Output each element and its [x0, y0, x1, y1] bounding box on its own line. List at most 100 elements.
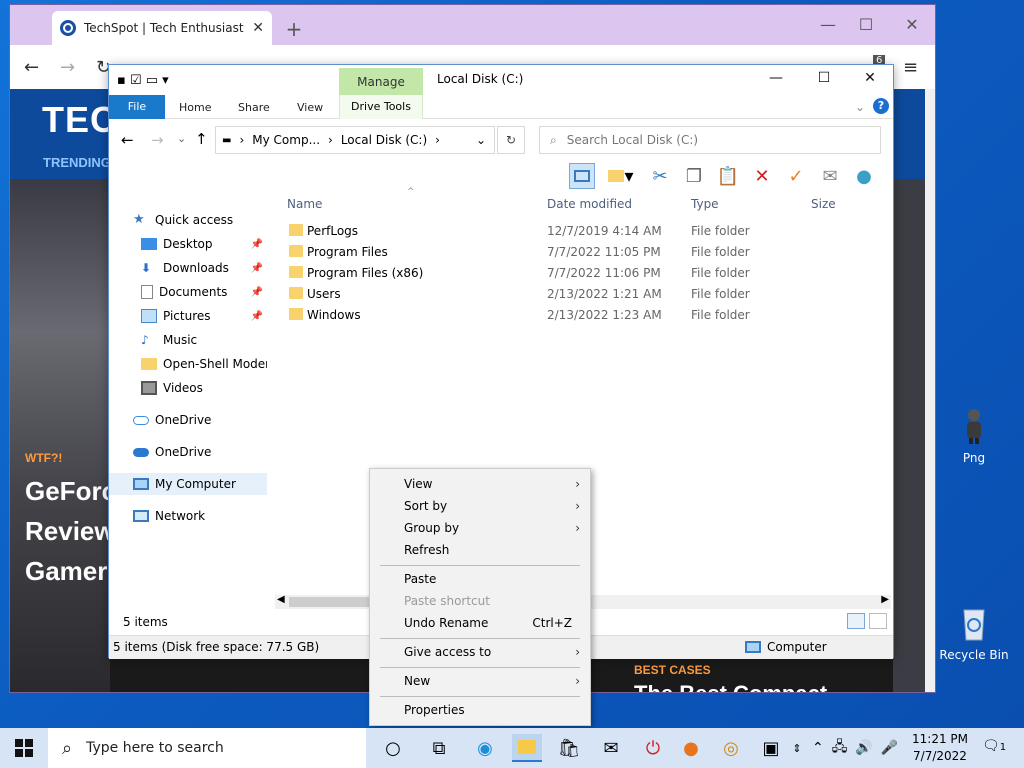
- nav-documents[interactable]: Documents 📌: [109, 281, 267, 303]
- menu-item-sort-by[interactable]: Sort by ›: [370, 495, 590, 517]
- browser-scrollbar[interactable]: [925, 89, 935, 692]
- notification-icon[interactable]: 🗨1: [982, 738, 1006, 754]
- microphone-icon[interactable]: 🎤: [881, 740, 898, 756]
- nav-downloads[interactable]: ⬇ Downloads 📌: [109, 257, 267, 279]
- search-box[interactable]: ⌕ Search Local Disk (C:): [539, 126, 881, 154]
- file-row[interactable]: Program Files 7/7/2022 11:05 PM File fol…: [281, 242, 893, 263]
- best-cases-tag[interactable]: BEST CASES: [634, 663, 711, 677]
- pin-icon[interactable]: 📌: [251, 287, 263, 298]
- cortana-icon[interactable]: ○: [378, 734, 408, 762]
- power-app-icon[interactable]: ⏻: [638, 734, 668, 762]
- tab-drive-tools[interactable]: Drive Tools: [339, 95, 423, 119]
- menu-item-group-by[interactable]: Group by ›: [370, 517, 590, 539]
- close-icon[interactable]: ✕: [855, 70, 885, 86]
- clock[interactable]: 11:21 PM 7/7/2022: [902, 731, 978, 765]
- nav-my-computer[interactable]: My Computer: [109, 473, 267, 495]
- minimize-icon[interactable]: —: [761, 70, 791, 86]
- edge-icon[interactable]: ◉: [470, 734, 500, 762]
- pin-icon[interactable]: 📌: [251, 239, 263, 250]
- nav-music[interactable]: ♪ Music: [109, 329, 267, 351]
- pin-icon[interactable]: 📌: [251, 311, 263, 322]
- menu-icon[interactable]: ≡: [903, 57, 918, 78]
- terminal-icon[interactable]: ▣: [756, 734, 786, 762]
- volume-icon[interactable]: 🔊: [855, 740, 872, 756]
- delete-icon[interactable]: ✕: [749, 163, 775, 189]
- scroll-right-icon[interactable]: ▶: [881, 594, 889, 605]
- hero-image[interactable]: [10, 179, 110, 692]
- nav-desktop[interactable]: Desktop 📌: [109, 233, 267, 255]
- check-icon[interactable]: ✓: [783, 163, 809, 189]
- hero-tag[interactable]: WTF?!: [25, 451, 62, 465]
- paste-icon[interactable]: 📋: [715, 163, 741, 189]
- menu-item-properties[interactable]: Properties: [370, 699, 590, 721]
- maximize-icon[interactable]: ☐: [809, 70, 839, 86]
- task-view-icon[interactable]: ⧉: [424, 734, 454, 762]
- browser-tab[interactable]: TechSpot | Tech Enthusiasts, Po ✕: [52, 11, 272, 45]
- menu-item-paste-shortcut[interactable]: Paste shortcut: [370, 590, 590, 612]
- desktop-icon-png[interactable]: Png: [934, 405, 1014, 465]
- large-icons-view-icon[interactable]: [869, 613, 887, 629]
- back-icon[interactable]: ←: [121, 131, 134, 149]
- file-explorer-icon[interactable]: [512, 734, 542, 762]
- email-icon[interactable]: ✉: [817, 163, 843, 189]
- trending-link[interactable]: TRENDING: [43, 155, 111, 170]
- details-view-icon[interactable]: [847, 613, 865, 629]
- scroll-left-icon[interactable]: ◀: [277, 594, 285, 605]
- menu-item-undo-rename[interactable]: Undo Rename Ctrl+Z: [370, 612, 590, 634]
- preview-pane-icon[interactable]: [569, 163, 595, 189]
- minimize-icon[interactable]: —: [816, 15, 840, 34]
- tab-view[interactable]: View: [297, 101, 323, 114]
- nav-quick-access[interactable]: ★ Quick access: [109, 209, 267, 231]
- nav-pictures[interactable]: Pictures 📌: [109, 305, 267, 327]
- menu-item-new[interactable]: New ›: [370, 670, 590, 692]
- forward-icon[interactable]: →: [151, 131, 164, 149]
- new-tab-icon[interactable]: +: [282, 17, 306, 41]
- show-hidden-icons-icon[interactable]: ⌃: [812, 740, 824, 756]
- file-row[interactable]: Users 2/13/2022 1:21 AM File folder: [281, 284, 893, 305]
- close-tab-icon[interactable]: ✕: [252, 20, 264, 36]
- file-row[interactable]: Windows 2/13/2022 1:23 AM File folder: [281, 305, 893, 326]
- taskbar-overflow-icon[interactable]: ⇕: [790, 734, 804, 762]
- best-cases-title[interactable]: The Best Compact: [634, 681, 827, 692]
- breadcrumb-local-disk[interactable]: Local Disk (C:): [341, 133, 427, 147]
- column-type[interactable]: Type: [691, 197, 719, 211]
- column-date[interactable]: Date modified: [547, 197, 632, 211]
- store-icon[interactable]: 🛍: [554, 734, 584, 762]
- tab-home[interactable]: Home: [179, 101, 211, 114]
- menu-item-refresh[interactable]: Refresh: [370, 539, 590, 561]
- nav-videos[interactable]: Videos: [109, 377, 267, 399]
- close-icon[interactable]: ✕: [900, 15, 924, 34]
- cut-icon[interactable]: ✂: [647, 163, 673, 189]
- shell-icon[interactable]: ●: [851, 163, 877, 189]
- address-dropdown-icon[interactable]: ⌄: [476, 133, 486, 147]
- help-icon[interactable]: ?: [873, 98, 889, 114]
- refresh-icon[interactable]: ↻: [497, 126, 525, 154]
- address-bar[interactable]: ▬ › My Comp... › Local Disk (C:) › ⌄: [215, 126, 495, 154]
- breadcrumb-my-computer[interactable]: My Comp...: [252, 133, 320, 147]
- forward-icon[interactable]: →: [60, 57, 75, 78]
- mail-icon[interactable]: ✉: [596, 734, 626, 762]
- recent-locations-icon[interactable]: ⌄: [177, 132, 186, 145]
- nav-open-shell[interactable]: Open-Shell Modern: [109, 353, 267, 375]
- tab-share[interactable]: Share: [238, 101, 270, 114]
- nav-onedrive-2[interactable]: OneDrive: [109, 441, 267, 463]
- file-row[interactable]: Program Files (x86) 7/7/2022 11:06 PM Fi…: [281, 263, 893, 284]
- expand-ribbon-icon[interactable]: ⌄: [855, 100, 865, 114]
- taskbar-search[interactable]: ⌕ Type here to search: [48, 728, 366, 768]
- back-icon[interactable]: ←: [24, 57, 39, 78]
- up-icon[interactable]: ↑: [195, 130, 208, 148]
- desktop-icon-recycle-bin[interactable]: Recycle Bin: [934, 602, 1014, 662]
- pin-icon[interactable]: 📌: [251, 263, 263, 274]
- folder-view-icon[interactable]: ▾: [603, 163, 639, 189]
- menu-item-give-access[interactable]: Give access to ›: [370, 641, 590, 663]
- column-size[interactable]: Size: [811, 197, 836, 211]
- nav-network[interactable]: Network: [109, 505, 267, 527]
- column-name[interactable]: Name: [287, 197, 322, 211]
- quick-access-toolbar[interactable]: ▪ ☑ ▭ ▾: [117, 73, 169, 88]
- menu-item-paste[interactable]: Paste: [370, 568, 590, 590]
- media-app-icon[interactable]: ◎: [716, 734, 746, 762]
- maximize-icon[interactable]: ☐: [854, 15, 878, 34]
- copy-icon[interactable]: ❐: [681, 163, 707, 189]
- start-button[interactable]: [0, 728, 48, 768]
- tab-file[interactable]: File: [109, 95, 165, 119]
